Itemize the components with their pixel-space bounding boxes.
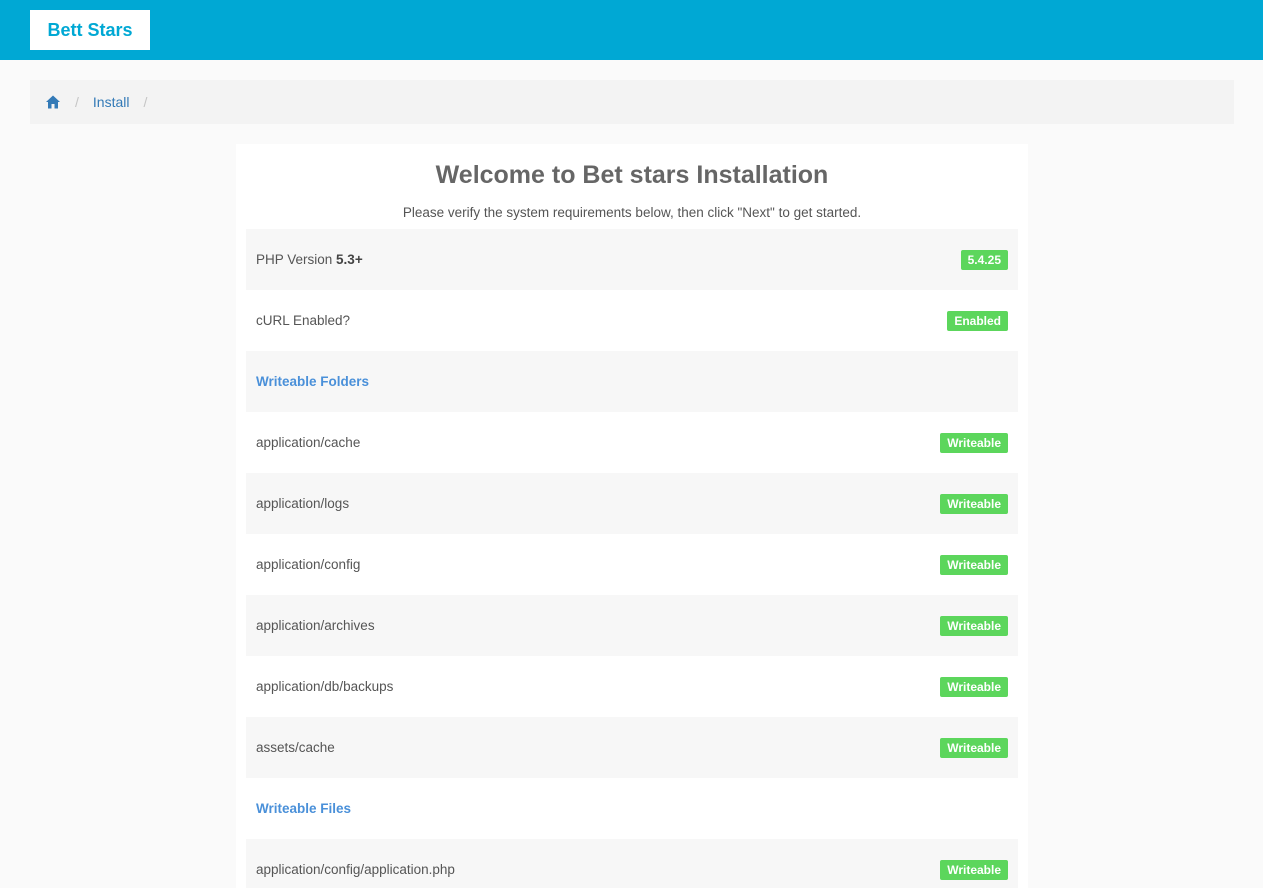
install-panel: Welcome to Bet stars Installation Please… xyxy=(236,144,1028,888)
requirement-label-text: application/archives xyxy=(256,618,375,633)
requirement-label: application/archives xyxy=(256,618,375,633)
status-badge: Writeable xyxy=(940,676,1008,697)
requirement-label-text: application/logs xyxy=(256,496,350,511)
requirement-label: application/logs xyxy=(256,496,349,511)
section-header-row: Writeable Folders xyxy=(246,351,1018,412)
brand-logo-link[interactable]: Bett Stars xyxy=(30,10,150,50)
requirement-label-text: application/db/backups xyxy=(256,679,394,694)
requirement-row: application/db/backups Writeable xyxy=(246,656,1018,717)
requirements-list: PHP Version 5.3+ 5.4.25 cURL Enabled? Enabl… xyxy=(246,229,1018,888)
status-badge: Writeable xyxy=(940,859,1008,880)
requirement-row: application/archives Writeable xyxy=(246,595,1018,656)
requirement-row: application/config Writeable xyxy=(246,534,1018,595)
requirement-label-text: application/cache xyxy=(256,435,361,450)
requirement-label-text: PHP Version xyxy=(256,252,337,267)
requirement-label-text: application/config xyxy=(256,557,361,572)
home-icon[interactable] xyxy=(45,94,61,110)
breadcrumb-separator: / xyxy=(75,94,79,110)
requirement-label: cURL Enabled? xyxy=(256,313,350,328)
breadcrumb-separator: / xyxy=(143,94,148,110)
requirement-row: PHP Version 5.3+ 5.4.25 xyxy=(246,229,1018,290)
requirement-label-text: cURL Enabled? xyxy=(256,313,351,328)
status-badge: Writeable xyxy=(940,432,1008,453)
requirement-row: assets/cache Writeable xyxy=(246,717,1018,778)
status-badge: Enabled xyxy=(947,310,1008,331)
page-subtitle: Please verify the system requirements be… xyxy=(402,205,862,220)
top-navbar: Bett Stars xyxy=(0,0,1263,60)
requirement-label: application/cache xyxy=(256,435,360,450)
status-badge: 5.4.25 xyxy=(960,249,1008,270)
page-title: Welcome to Bet stars Installation xyxy=(435,161,829,189)
requirement-label: application/db/backups xyxy=(256,679,393,694)
section-header-label: Writeable Files xyxy=(256,801,352,816)
section-header-label: Writeable Folders xyxy=(256,374,370,389)
requirement-row: cURL Enabled? Enabled xyxy=(246,290,1018,351)
status-badge: Writeable xyxy=(940,615,1008,636)
breadcrumb: / Install / xyxy=(30,80,1234,124)
requirement-row: application/logs Writeable xyxy=(246,473,1018,534)
section-header-row: Writeable Files xyxy=(246,778,1018,839)
status-badge: Writeable xyxy=(940,737,1008,758)
requirement-label-text: application/config/application.php xyxy=(256,862,455,877)
requirement-label-text: assets/cache xyxy=(256,740,335,755)
requirement-label: application/config/application.php xyxy=(256,862,455,877)
requirement-label: assets/cache xyxy=(256,740,335,755)
requirement-label: application/config xyxy=(256,557,360,572)
status-badge: Writeable xyxy=(940,493,1008,514)
requirement-label: PHP Version 5.3+ xyxy=(256,252,363,267)
requirement-label-strong: 5.3+ xyxy=(336,252,363,267)
requirement-row: application/config/application.php Writea… xyxy=(246,839,1018,888)
requirement-row: application/cache Writeable xyxy=(246,412,1018,473)
breadcrumb-install-link[interactable]: Install xyxy=(93,94,130,110)
status-badge: Writeable xyxy=(940,554,1008,575)
